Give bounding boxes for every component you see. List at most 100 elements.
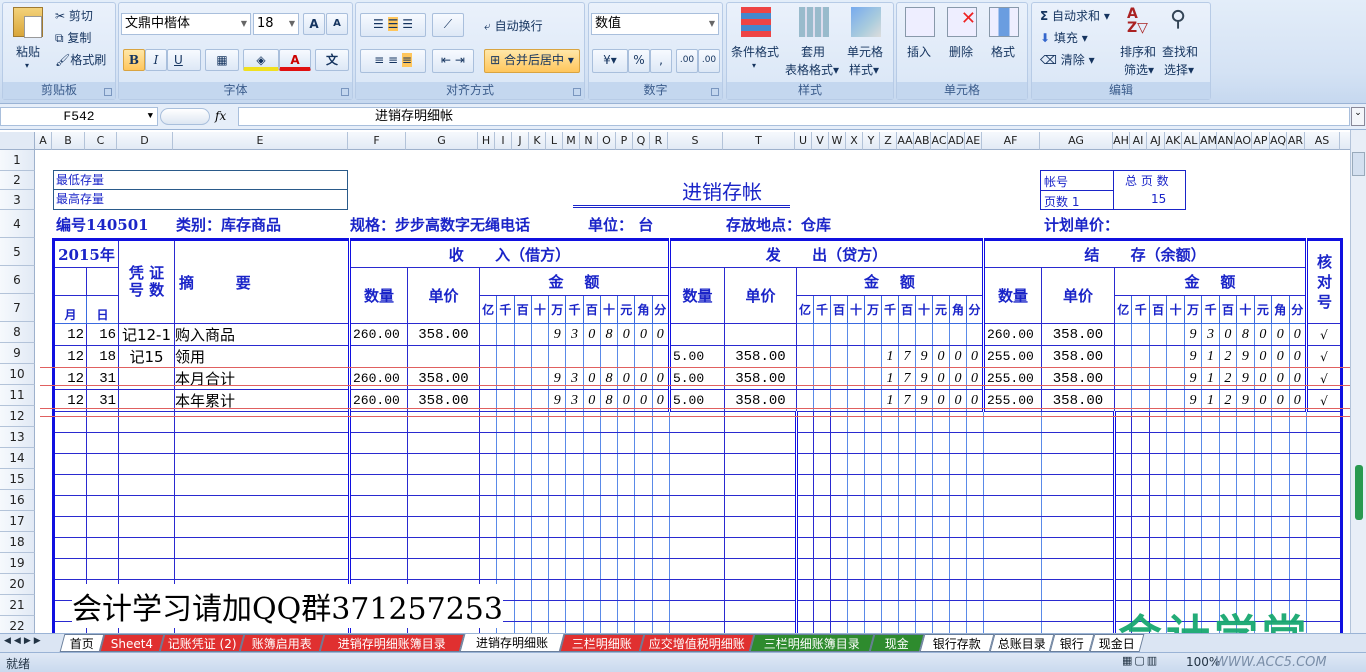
expand-formula-bar-button[interactable]: ⌄ (1351, 107, 1365, 126)
empty-cell[interactable] (1271, 474, 1290, 496)
column-header[interactable]: A (35, 132, 52, 150)
column-header[interactable]: N (580, 132, 598, 150)
empty-cell[interactable] (513, 600, 532, 622)
insert-button[interactable]: 插入 (907, 43, 931, 60)
outgo-amount-digit[interactable] (897, 323, 916, 346)
income-amount-digit[interactable]: 0 (617, 323, 636, 346)
empty-cell[interactable] (407, 474, 480, 496)
empty-cell[interactable] (1131, 432, 1150, 454)
column-header[interactable]: AO (1235, 132, 1252, 150)
empty-cell[interactable] (53, 453, 87, 475)
empty-cell[interactable] (651, 621, 670, 633)
empty-cell[interactable] (880, 453, 899, 475)
empty-cell[interactable] (914, 537, 933, 559)
empty-cell[interactable] (1112, 495, 1133, 517)
empty-cell[interactable] (407, 432, 480, 454)
empty-cell[interactable] (880, 621, 899, 633)
vertical-scrollbar[interactable] (1350, 130, 1366, 633)
balance-amount-digit[interactable]: 0 (1253, 367, 1273, 390)
empty-cell[interactable] (1131, 537, 1150, 559)
income-amount-digit[interactable]: 3 (565, 367, 584, 390)
balance-amount-digit[interactable]: 0 (1288, 345, 1308, 368)
empty-cell[interactable] (599, 621, 619, 633)
empty-cell[interactable] (931, 600, 950, 622)
empty-cell[interactable] (86, 537, 119, 559)
sheet-tab[interactable]: 三栏明细账簿目录 (749, 634, 875, 652)
empty-cell[interactable] (478, 495, 498, 517)
empty-cell[interactable] (829, 600, 848, 622)
empty-cell[interactable] (1040, 432, 1115, 454)
empty-cell[interactable] (1040, 600, 1115, 622)
empty-cell[interactable] (651, 432, 670, 454)
border-button[interactable]: ▦ (205, 49, 239, 71)
empty-cell[interactable] (948, 453, 967, 475)
empty-cell[interactable] (565, 432, 584, 454)
empty-cell[interactable] (617, 432, 636, 454)
digit-place-header[interactable]: 百 (582, 295, 601, 324)
column-header[interactable]: L (546, 132, 563, 150)
row-header[interactable]: 12 (0, 406, 35, 427)
empty-cell[interactable] (668, 495, 725, 517)
outgo-amount-digit[interactable]: 0 (965, 345, 984, 368)
empty-cell[interactable] (1131, 558, 1150, 580)
empty-cell[interactable] (812, 432, 831, 454)
empty-cell[interactable] (668, 558, 725, 580)
balance-amount-digit[interactable] (1148, 323, 1168, 346)
empty-cell[interactable] (565, 495, 584, 517)
empty-cell[interactable] (880, 516, 899, 538)
empty-cell[interactable] (723, 453, 797, 475)
empty-cell[interactable] (1183, 516, 1203, 538)
empty-cell[interactable] (496, 516, 515, 538)
empty-cell[interactable] (565, 453, 584, 475)
column-header[interactable]: AL (1182, 132, 1200, 150)
empty-cell[interactable] (118, 558, 175, 580)
unit-price-header[interactable]: 单价 (1040, 267, 1115, 324)
outgo-amount-digit[interactable] (812, 367, 831, 390)
empty-cell[interactable] (897, 579, 916, 601)
empty-cell[interactable] (1183, 432, 1203, 454)
empty-cell[interactable] (1271, 495, 1290, 517)
income-quantity-cell[interactable]: 260.00 (348, 323, 408, 346)
empty-cell[interactable] (478, 558, 498, 580)
voucher-header[interactable]: 凭 证 号 数 (118, 239, 175, 324)
empty-cell[interactable] (1112, 516, 1133, 538)
empty-cell[interactable] (897, 537, 916, 559)
empty-cell[interactable] (53, 411, 87, 433)
balance-amount-digit[interactable]: 1 (1201, 345, 1220, 368)
scroll-thumb[interactable] (1352, 152, 1365, 176)
outgo-amount-digit[interactable]: 0 (948, 345, 967, 368)
digit-place-header[interactable]: 角 (948, 295, 967, 324)
empty-cell[interactable] (1288, 579, 1308, 601)
outgo-amount-digit[interactable] (795, 345, 814, 368)
outgo-amount-digit[interactable] (846, 367, 865, 390)
empty-cell[interactable] (668, 474, 725, 496)
row-header[interactable]: 18 (0, 532, 35, 553)
empty-cell[interactable] (863, 432, 882, 454)
empty-cell[interactable] (846, 411, 865, 433)
empty-cell[interactable] (478, 453, 498, 475)
empty-cell[interactable] (1131, 495, 1150, 517)
empty-cell[interactable] (530, 495, 550, 517)
indent-buttons[interactable]: ⇤ ⇥ (432, 49, 474, 73)
column-header[interactable]: T (723, 132, 795, 150)
font-size-select[interactable]: 18 ▼ (253, 13, 299, 35)
empty-cell[interactable] (407, 558, 480, 580)
empty-cell[interactable] (86, 495, 119, 517)
empty-cell[interactable] (846, 621, 865, 633)
outgo-amount-digit[interactable] (812, 345, 831, 368)
empty-cell[interactable] (53, 432, 87, 454)
empty-cell[interactable] (931, 537, 950, 559)
empty-cell[interactable] (812, 516, 831, 538)
empty-cell[interactable] (1306, 558, 1342, 580)
empty-cell[interactable] (478, 411, 498, 433)
empty-cell[interactable] (897, 600, 916, 622)
amount-header[interactable]: 金 额 (479, 267, 670, 296)
sheet-tab[interactable]: 现金日 (1089, 634, 1145, 652)
empty-cell[interactable] (812, 495, 831, 517)
empty-cell[interactable] (634, 453, 653, 475)
empty-cell[interactable] (1288, 558, 1308, 580)
empty-cell[interactable] (931, 621, 950, 633)
empty-cell[interactable] (118, 411, 175, 433)
balance-amount-digit[interactable]: 3 (1201, 323, 1220, 346)
empty-cell[interactable] (407, 537, 480, 559)
